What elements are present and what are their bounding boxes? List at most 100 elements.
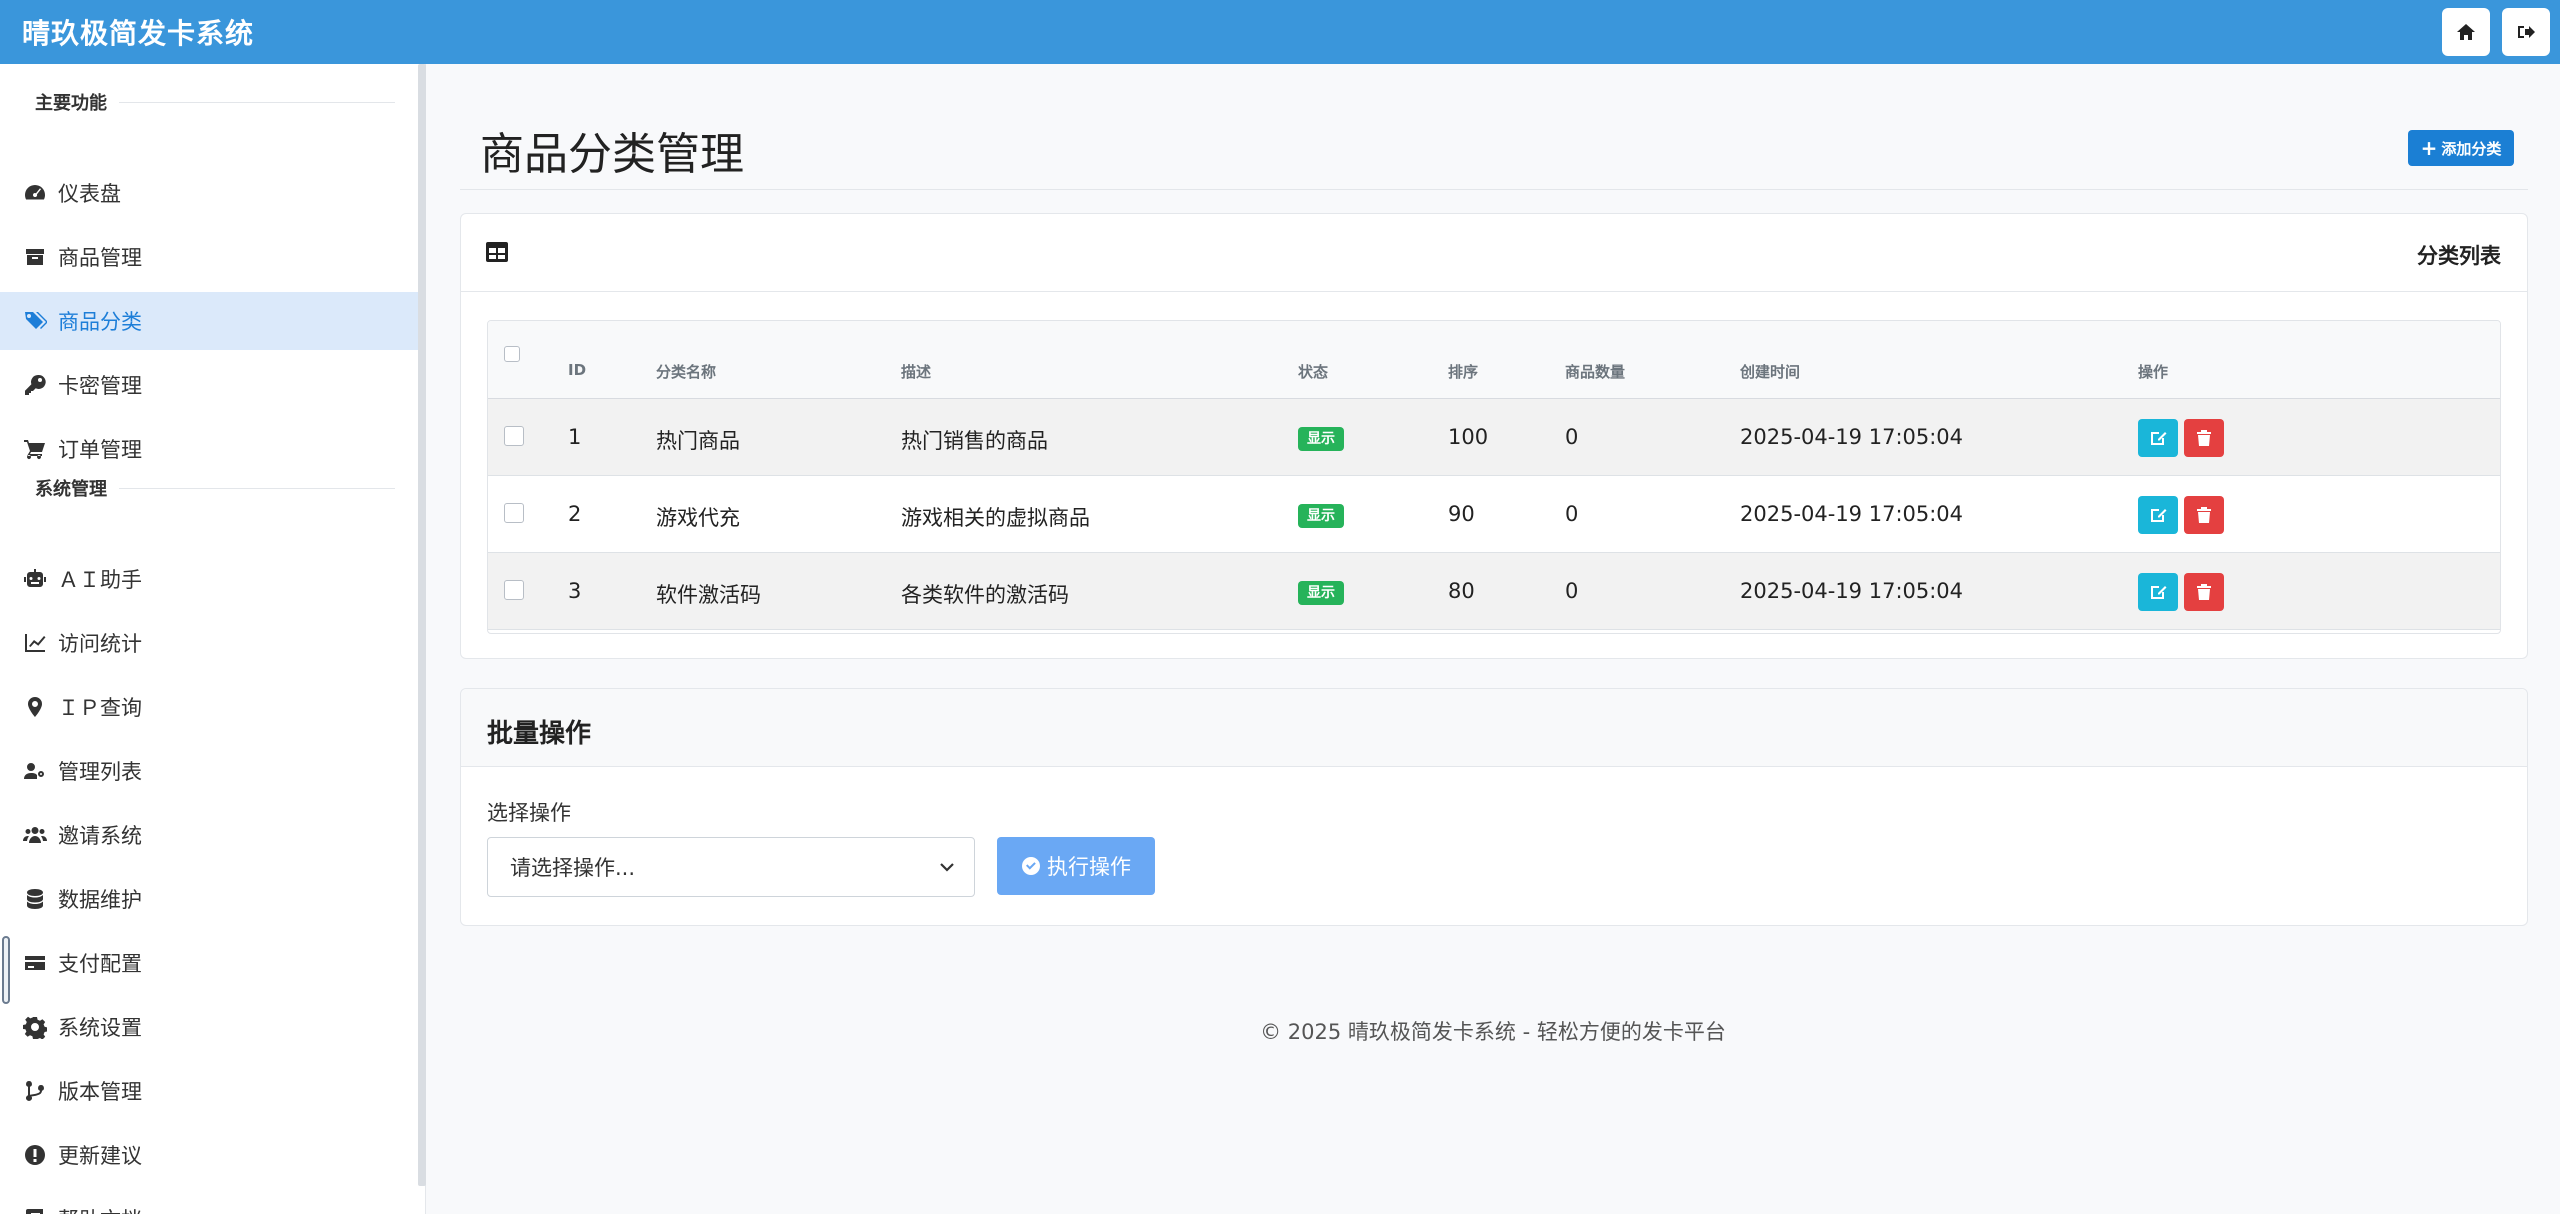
column-header-status[interactable]: 状态 xyxy=(1298,361,1328,382)
sidebar-item-label: 支付配置 xyxy=(58,952,142,976)
sidebar-section-label: 系统管理 xyxy=(35,479,107,500)
sidebar-section-system: 系统管理 xyxy=(35,475,395,501)
page-title: 商品分类管理 xyxy=(480,129,744,180)
table-header: ID 分类名称 描述 状态 排序 商品数量 创建时间 操作 xyxy=(488,321,2500,399)
cell-sort: 80 xyxy=(1448,579,1475,603)
sidebar-item-label: 数据维护 xyxy=(58,888,142,912)
footer-text: © 2025 晴玖极简发卡系统 - 轻松方便的发卡平台 xyxy=(1260,1020,1726,1044)
column-header-actions: 操作 xyxy=(2138,363,2169,381)
sidebar-item-label: ＡＩ助手 xyxy=(58,568,142,592)
column-header-sort[interactable]: 排序 xyxy=(1448,361,1478,382)
users-cog-icon xyxy=(20,756,50,786)
operation-label: 选择操作 xyxy=(487,801,571,825)
column-header-created[interactable]: 创建时间 xyxy=(1740,361,1800,382)
cell-id: 1 xyxy=(568,425,582,449)
card-title: 分类列表 xyxy=(2417,244,2501,268)
delete-button[interactable] xyxy=(2184,573,2224,611)
cell-created: 2025-04-19 17:05:04 xyxy=(1740,502,1964,526)
cell-name: 游戏代充 xyxy=(656,506,740,530)
column-header-name[interactable]: 分类名称 xyxy=(656,361,716,382)
sidebar: 主要功能 仪表盘 商品管理 商品分类 卡密管理 订单管理 系统管理 ＡＩ助手 访… xyxy=(0,64,426,1214)
sidebar-item-stats[interactable]: 访问统计 xyxy=(0,614,418,672)
sidebar-item-label: 访问统计 xyxy=(58,632,142,656)
sidebar-item-label: 管理列表 xyxy=(58,760,142,784)
cell-name: 热门商品 xyxy=(656,429,740,453)
sidebar-item-ai[interactable]: ＡＩ助手 xyxy=(0,550,418,608)
sidebar-scrollbar[interactable] xyxy=(418,64,426,1186)
sidebar-item-admins[interactable]: 管理列表 xyxy=(0,742,418,800)
home-button[interactable] xyxy=(2442,8,2490,56)
add-category-label: 添加分类 xyxy=(2441,139,2502,158)
sidebar-item-label: 帮助文档 xyxy=(58,1204,142,1214)
sidebar-item-label: 邀请系统 xyxy=(58,824,142,848)
cell-count: 0 xyxy=(1565,502,1579,526)
book-icon xyxy=(20,1204,50,1214)
tags-icon xyxy=(20,306,50,336)
sidebar-item-orders[interactable]: 订单管理 xyxy=(0,420,418,478)
select-all-checkbox[interactable] xyxy=(504,346,520,362)
cell-count: 0 xyxy=(1565,425,1579,449)
sidebar-item-label: 系统设置 xyxy=(58,1016,142,1040)
sidebar-item-dashboard[interactable]: 仪表盘 xyxy=(0,164,418,222)
column-header-desc[interactable]: 描述 xyxy=(901,361,931,382)
operation-select-value: 请选择操作... xyxy=(510,856,636,880)
add-category-button[interactable]: + 添加分类 xyxy=(2408,130,2514,166)
edit-button[interactable] xyxy=(2138,419,2178,457)
delete-button[interactable] xyxy=(2184,496,2224,534)
sidebar-section-main: 主要功能 xyxy=(35,89,395,115)
code-branch-icon xyxy=(20,1076,50,1106)
tachometer-icon xyxy=(20,178,50,208)
edit-button[interactable] xyxy=(2138,496,2178,534)
sidebar-item-settings[interactable]: 系统设置 xyxy=(0,998,418,1056)
sidebar-item-invite[interactable]: 邀请系统 xyxy=(0,806,418,864)
map-marker-icon xyxy=(20,692,50,722)
sidebar-item-label: 商品分类 xyxy=(58,310,142,334)
table-row: 3 软件激活码 各类软件的激活码 显示 80 0 2025-04-19 17:0… xyxy=(488,553,2500,630)
sidebar-item-ip[interactable]: ＩＰ查询 xyxy=(0,678,418,736)
header-divider xyxy=(460,189,2528,190)
sidebar-item-feedback[interactable]: 更新建议 xyxy=(0,1126,418,1184)
edit-button[interactable] xyxy=(2138,573,2178,611)
sidebar-item-help[interactable]: 帮助文档 xyxy=(0,1190,418,1214)
row-checkbox[interactable] xyxy=(504,580,524,600)
status-badge: 显示 xyxy=(1298,427,1344,451)
column-header-count[interactable]: 商品数量 xyxy=(1565,361,1625,382)
table-icon xyxy=(486,242,508,262)
sidebar-item-label: 卡密管理 xyxy=(58,374,142,398)
status-badge: 显示 xyxy=(1298,581,1344,605)
sidebar-item-categories[interactable]: 商品分类 xyxy=(0,292,418,350)
trash-icon xyxy=(2197,507,2211,523)
sidebar-item-label: 订单管理 xyxy=(58,438,142,462)
sidebar-item-cards[interactable]: 卡密管理 xyxy=(0,356,418,414)
table-row: 1 热门商品 热门销售的商品 显示 100 0 2025-04-19 17:05… xyxy=(488,399,2500,476)
batch-operation-card: 批量操作 选择操作 请选择操作... 执行操作 xyxy=(460,688,2528,926)
key-icon xyxy=(20,370,50,400)
column-header-id[interactable]: ID xyxy=(568,361,586,379)
table-row: 2 游戏代充 游戏相关的虚拟商品 显示 90 0 2025-04-19 17:0… xyxy=(488,476,2500,553)
sidebar-item-products[interactable]: 商品管理 xyxy=(0,228,418,286)
sidebar-item-label: 版本管理 xyxy=(58,1080,142,1104)
trash-icon xyxy=(2197,430,2211,446)
sidebar-item-payment[interactable]: 支付配置 xyxy=(0,934,418,992)
operation-select[interactable]: 请选择操作... xyxy=(487,837,975,897)
delete-button[interactable] xyxy=(2184,419,2224,457)
cell-id: 3 xyxy=(568,579,582,603)
chart-line-icon xyxy=(20,628,50,658)
card-header: 分类列表 xyxy=(461,214,2527,292)
sidebar-section-label: 主要功能 xyxy=(35,93,107,114)
app-title[interactable]: 晴玖极简发卡系统 xyxy=(22,12,254,52)
sidebar-item-data[interactable]: 数据维护 xyxy=(0,870,418,928)
cell-desc: 游戏相关的虚拟商品 xyxy=(901,506,1090,530)
row-checkbox[interactable] xyxy=(504,503,524,523)
exclamation-circle-icon xyxy=(20,1140,50,1170)
execute-button[interactable]: 执行操作 xyxy=(997,837,1155,895)
status-badge: 显示 xyxy=(1298,504,1344,528)
cell-desc: 各类软件的激活码 xyxy=(901,583,1069,607)
sidebar-item-version[interactable]: 版本管理 xyxy=(0,1062,418,1120)
top-navbar: 晴玖极简发卡系统 xyxy=(0,0,2560,64)
row-checkbox[interactable] xyxy=(504,426,524,446)
page-scroll-thumb[interactable] xyxy=(2,936,10,1004)
logout-button[interactable] xyxy=(2502,8,2550,56)
trash-icon xyxy=(2197,584,2211,600)
category-table: ID 分类名称 描述 状态 排序 商品数量 创建时间 操作 1 热门商品 热门销… xyxy=(487,320,2501,634)
